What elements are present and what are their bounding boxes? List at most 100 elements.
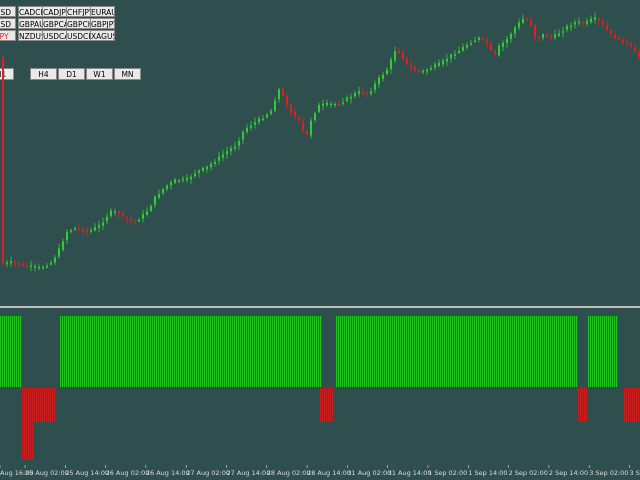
indicator-bar-up [542,316,544,387]
candle-body [334,103,336,106]
indicator-bar-up [404,316,406,387]
indicator-bar-up [434,316,436,387]
indicator-bar-up [562,316,564,387]
indicator-bar-up [346,316,348,387]
indicator-bar-up [398,316,400,387]
indicator-bar-down [52,388,53,422]
indicator-bar-up [462,316,464,387]
candle-body [462,47,464,51]
candle-body [470,42,472,45]
indicator-bar-up [564,316,566,387]
indicator-bar-up [548,316,550,387]
indicator-bar-up [154,316,156,387]
candle-body [630,43,632,47]
indicator-bar-up [244,316,246,387]
indicator-bar-up [540,316,542,387]
indicator-bar-up [376,316,378,387]
indicator-bar-up [442,316,444,387]
indicator-bar-up [226,316,228,387]
indicator-bar-up [616,316,618,387]
time-axis: Aug 16:0025 Aug 02:0025 Aug 14:0026 Aug … [0,465,640,477]
candle-body [586,20,588,24]
indicator-bar-down [42,388,43,422]
indicator-bar-down [24,388,25,460]
candle-body [454,54,456,56]
indicator-bar-up [362,316,364,387]
candle-body [218,156,220,161]
candle-body [234,146,236,149]
indicator-bar-up [558,316,560,387]
candle-body [230,148,232,152]
candle-body [410,64,412,68]
indicator-bar-up [476,316,478,387]
price-chart[interactable]: Aug 16:0025 Aug 02:0025 Aug 14:0026 Aug … [0,0,640,480]
indicator-bar-up [124,316,126,387]
indicator-bar-up [428,316,430,387]
indicator-bar-up [534,316,536,387]
indicator-bar-up [458,316,460,387]
candle-body [350,96,352,99]
candle-body [10,260,12,264]
indicator-bar-up [258,316,260,387]
candle-body [278,89,280,99]
indicator-bar-up [64,316,66,387]
candle-body [254,122,256,125]
candle-body [570,25,572,28]
indicator-bar-up [380,316,382,387]
candle-body [430,68,432,70]
candle-body [574,22,576,25]
indicator-bar-up [92,316,94,387]
candle-body [538,37,540,39]
indicator-bar-up [72,316,74,387]
candle-body [86,230,88,232]
indicator-bar-up [114,316,116,387]
indicator-bar-up [180,316,182,387]
indicator-bar-up [550,316,552,387]
indicator-bar-down [44,388,45,422]
candle-body [566,25,568,30]
indicator-bar-up [272,316,274,387]
candle-body [242,131,244,140]
indicator-bar-up [422,316,424,387]
indicator-bar-down [626,388,627,422]
indicator-bar-up [98,316,100,387]
indicator-bar-up [80,316,82,387]
indicator-bar-up [526,316,528,387]
indicator-bar-down [326,388,327,422]
candle-body [246,127,248,132]
indicator-bar-up [510,316,512,387]
indicator-bar-down [332,388,333,422]
indicator-bar-up [570,316,572,387]
time-axis-label: 25 Aug 14:00 [65,469,109,477]
indicator-bar-up [284,316,286,387]
candle-body [326,102,328,105]
indicator-bar-up [6,316,8,387]
indicator-bar-up [210,316,212,387]
indicator-bar-up [182,316,184,387]
indicator-bar-up [68,316,70,387]
indicator-bar-up [378,316,380,387]
candle-body [406,57,408,64]
indicator-bar-up [402,316,404,387]
indicator-bar-up [18,316,20,387]
indicator-bar-up [296,316,298,387]
indicator-bar-up [262,316,264,387]
candle-body [62,241,64,250]
indicator-bar-up [70,316,72,387]
indicator-bar-down [46,388,47,422]
candle-body [110,210,112,216]
candle-body [270,110,272,114]
indicator-bar-up [286,316,288,387]
indicator-bar-up [436,316,438,387]
indicator-bar-up [472,316,474,387]
candle-body [450,54,452,59]
indicator-bar-up [424,316,426,387]
candle-body [594,17,596,20]
candle-body [494,51,496,55]
indicator-bar-up [518,316,520,387]
indicator-bar-up [200,316,202,387]
indicator-bar-up [74,316,76,387]
indicator-bar-up [344,316,346,387]
indicator-bar-up [252,316,254,387]
indicator-bar-up [132,316,134,387]
